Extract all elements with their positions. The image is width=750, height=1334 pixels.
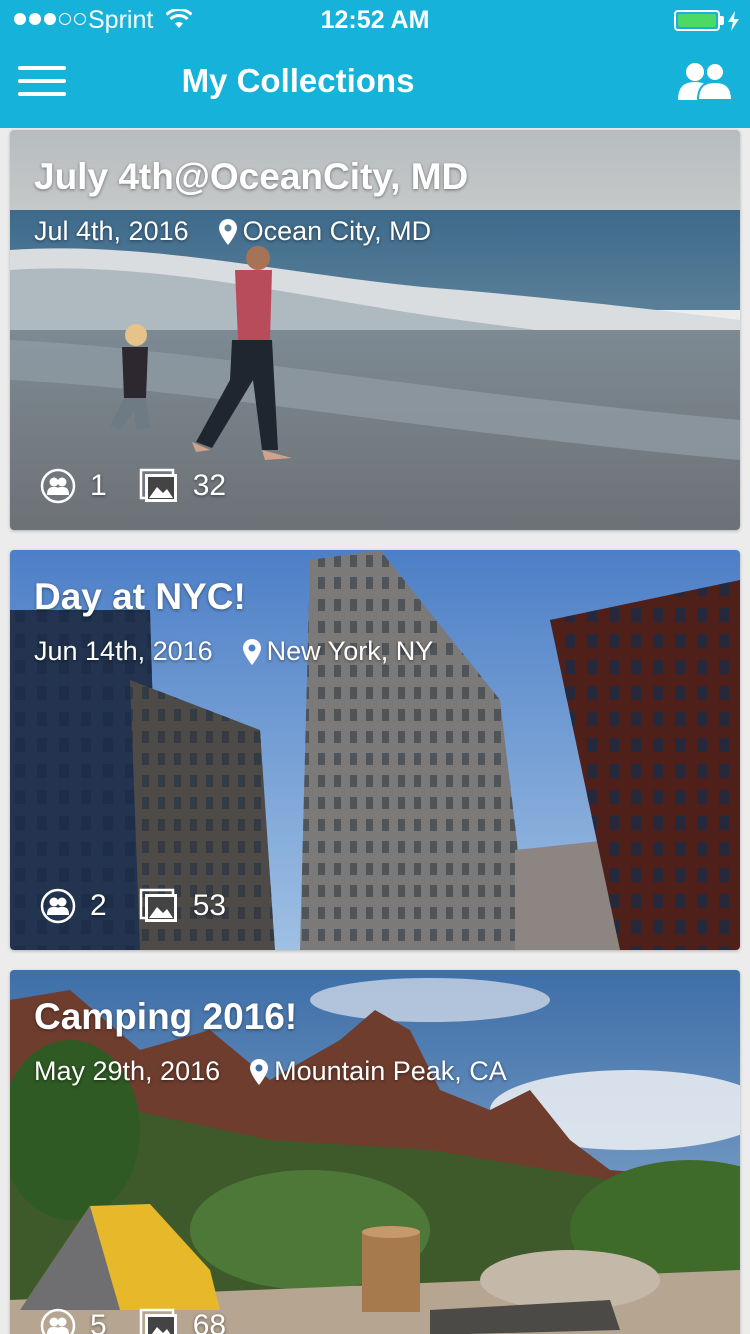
- people-group-icon[interactable]: [676, 60, 734, 102]
- top-bar: Sprint 12:52 AM My Collections: [0, 0, 750, 128]
- photos-count: 53: [192, 889, 227, 922]
- location-pin-icon: [242, 638, 261, 665]
- collection-title: Day at NYC!: [34, 576, 246, 617]
- photos-icon: [139, 1308, 177, 1334]
- collection-meta: Jul 4th, 2016 Ocean City, MD: [34, 216, 431, 247]
- page-title: My Collections: [181, 62, 415, 99]
- collection-date: Jul 4th, 2016: [34, 216, 189, 246]
- collection-meta: Jun 14th, 2016 New York, NY: [34, 636, 433, 667]
- menu-button[interactable]: [18, 66, 66, 96]
- members-count: 1: [90, 469, 107, 502]
- members-icon: [40, 468, 76, 504]
- photos-count: 68: [192, 1309, 227, 1334]
- hamburger-menu-icon: [18, 66, 66, 70]
- collection-title: Camping 2016!: [34, 996, 298, 1037]
- members-icon: [40, 1308, 76, 1334]
- collection-stats: 5 68: [40, 1308, 226, 1334]
- members-icon: [40, 888, 76, 924]
- collection-location: New York, NY: [266, 636, 434, 666]
- location-pin-icon: [250, 1058, 269, 1085]
- collection-meta: May 29th, 2016 Mountain Peak, CA: [34, 1056, 507, 1087]
- status-time: 12:52 AM: [320, 6, 430, 34]
- collection-card[interactable]: July 4th@OceanCity, MD Jul 4th, 2016 Oce…: [10, 130, 740, 530]
- charging-bolt-icon: [728, 11, 739, 31]
- collection-stats: 1 32: [40, 468, 226, 504]
- status-bar: Sprint 12:52 AM: [0, 0, 750, 40]
- members-count: 5: [90, 1309, 107, 1334]
- collection-card[interactable]: Camping 2016! May 29th, 2016 Mountain Pe…: [10, 970, 740, 1334]
- location-pin-icon: [218, 218, 237, 245]
- collection-date: May 29th, 2016: [34, 1056, 221, 1086]
- photos-icon: [139, 888, 177, 922]
- battery-icon: [674, 10, 720, 31]
- navigation-bar: My Collections: [0, 40, 750, 128]
- collection-location: Mountain Peak, CA: [274, 1056, 507, 1086]
- collection-title: July 4th@OceanCity, MD: [34, 156, 469, 197]
- collection-date: Jun 14th, 2016: [34, 636, 213, 666]
- photos-count: 32: [192, 469, 227, 502]
- photos-icon: [139, 468, 177, 502]
- collection-location: Ocean City, MD: [242, 216, 432, 246]
- collection-card[interactable]: Day at NYC! Jun 14th, 2016 New York, NY …: [10, 550, 740, 950]
- collection-stats: 2 53: [40, 888, 226, 924]
- members-count: 2: [90, 889, 107, 922]
